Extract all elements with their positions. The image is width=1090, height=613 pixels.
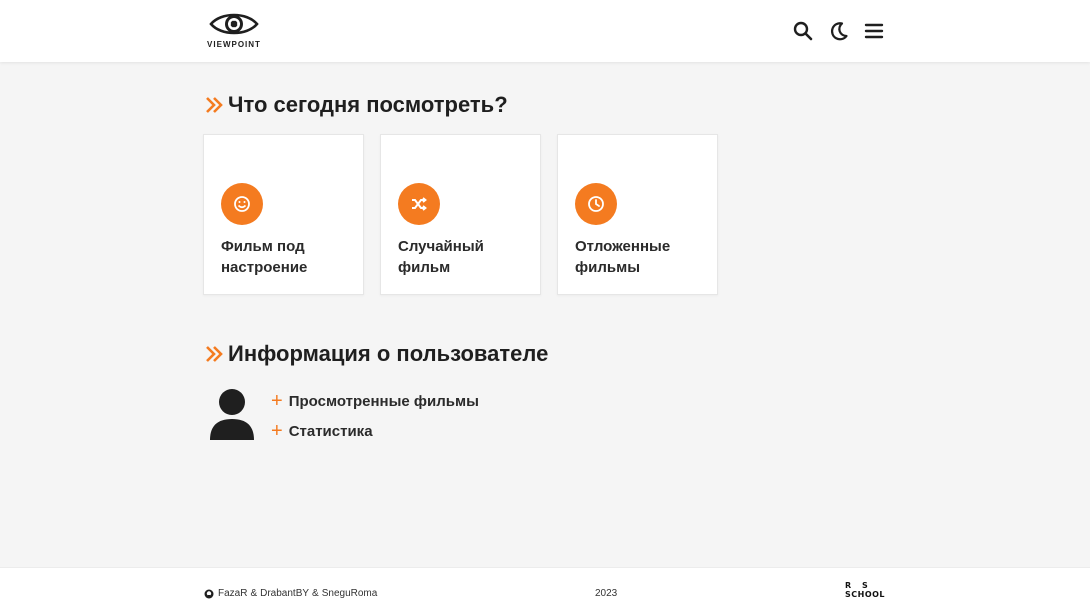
mood-film-card[interactable]: Фильм под настроение <box>203 134 364 295</box>
header: VIEWPOINT <box>0 0 1090 62</box>
search-icon[interactable] <box>792 20 814 42</box>
rs-school-logo-bottom: SCHOOL <box>845 590 886 599</box>
plus-icon: + <box>271 420 283 442</box>
user-avatar-icon <box>210 389 254 440</box>
author-separator: & <box>250 588 258 599</box>
watched-films-label: Просмотренные фильмы <box>288 392 479 410</box>
watch-section-title-text: Что сегодня посмотреть? <box>228 92 508 117</box>
watched-films-link[interactable]: + Просмотренные фильмы <box>271 391 479 411</box>
eye-logo-icon <box>209 13 259 35</box>
clock-icon <box>575 183 617 225</box>
footer-authors: FazaR & DrabantBY & SneguRoma <box>204 588 377 599</box>
card-label: Отложенные фильмы <box>575 238 671 276</box>
watch-section-title: Что сегодня посмотреть? <box>204 92 508 118</box>
plus-icon: + <box>271 390 283 412</box>
statistics-link[interactable]: + Статистика <box>271 421 373 441</box>
smile-icon <box>221 183 263 225</box>
double-chevron-icon <box>206 97 223 113</box>
rs-school-logo-top: R S <box>845 581 872 590</box>
menu-icon[interactable] <box>863 20 885 42</box>
statistics-label: Статистика <box>288 422 373 440</box>
double-chevron-icon <box>206 346 223 362</box>
card-label: Фильм под настроение <box>221 238 308 276</box>
user-section-title-text: Информация о пользователе <box>228 341 549 366</box>
author-separator: & <box>312 588 319 599</box>
postponed-films-card[interactable]: Отложенные фильмы <box>557 134 718 295</box>
logo-text: VIEWPOINT <box>207 40 261 49</box>
shuffle-icon <box>398 183 440 225</box>
author-link[interactable]: FazaR <box>218 588 247 599</box>
footer-year: 2023 <box>595 588 618 599</box>
author-link[interactable]: DrabantBY <box>260 588 309 599</box>
logo[interactable]: VIEWPOINT <box>204 10 264 52</box>
footer: FazaR & DrabantBY & SneguRoma 2023 R S S… <box>0 567 1090 613</box>
user-section-title: Информация о пользователе <box>204 341 548 367</box>
card-label: Случайный фильм <box>398 238 484 276</box>
author-link[interactable]: SneguRoma <box>322 588 378 599</box>
rs-school-logo[interactable]: R S SCHOOL <box>845 581 887 603</box>
github-icon <box>204 589 214 598</box>
random-film-card[interactable]: Случайный фильм <box>380 134 541 295</box>
moon-icon[interactable] <box>828 20 850 42</box>
